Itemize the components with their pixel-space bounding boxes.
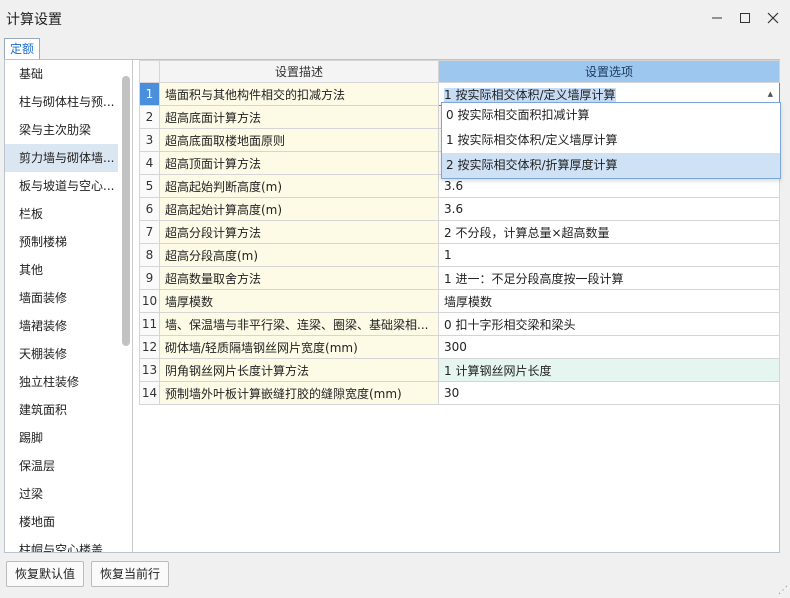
row-desc: 墙面积与其他构件相交的扣减方法: [159, 82, 439, 106]
table-row[interactable]: 14 预制墙外叶板计算嵌缝打胶的缝隙宽度(mm) 30: [139, 381, 780, 405]
table-row[interactable]: 10 墙厚模数 墙厚模数: [139, 289, 780, 313]
row-value[interactable]: 墙厚模数: [438, 289, 780, 313]
sidebar-item-column-cap[interactable]: 柱帽与空心楼盖: [5, 536, 118, 552]
table-row[interactable]: 6 超高起始计算高度(m) 3.6: [139, 197, 780, 221]
header-desc: 设置描述: [159, 60, 439, 83]
option-dropdown-list: 0 按实际相交面积扣减计算 1 按实际相交体积/定义墙厚计算 2 按实际相交体积…: [441, 102, 781, 179]
restore-default-button[interactable]: 恢复默认值: [6, 561, 85, 587]
sidebar-item-lintel[interactable]: 过梁: [5, 480, 118, 508]
dropdown-option[interactable]: 1 按实际相交体积/定义墙厚计算: [442, 128, 780, 153]
tab-quota[interactable]: 定额: [4, 38, 40, 60]
row-number: 3: [139, 128, 160, 152]
sidebar-item-ceiling[interactable]: 天棚装修: [5, 340, 118, 368]
row-number: 12: [139, 335, 160, 359]
category-sidebar: 基础 柱与砌体柱与预... 梁与主次肋梁 剪力墙与砌体墙... 板与坡道与空心.…: [5, 60, 133, 552]
sidebar-item-skirting[interactable]: 踢脚: [5, 424, 118, 452]
row-desc: 预制墙外叶板计算嵌缝打胶的缝隙宽度(mm): [159, 381, 439, 405]
header-num: [139, 60, 160, 83]
minimize-icon[interactable]: [706, 8, 728, 28]
close-icon[interactable]: [762, 8, 784, 28]
sidebar-item-shear-wall[interactable]: 剪力墙与砌体墙...: [5, 144, 118, 172]
sidebar-item-column-finish[interactable]: 独立柱装修: [5, 368, 118, 396]
restore-current-row-button[interactable]: 恢复当前行: [91, 561, 170, 587]
row-number: 8: [139, 243, 160, 267]
sidebar-item-wainscot[interactable]: 墙裙装修: [5, 312, 118, 340]
settings-panel: 基础 柱与砌体柱与预... 梁与主次肋梁 剪力墙与砌体墙... 板与坡道与空心.…: [4, 59, 781, 553]
row-number: 11: [139, 312, 160, 336]
sidebar-item-foundation[interactable]: 基础: [5, 60, 118, 88]
dropdown-option[interactable]: 0 按实际相交面积扣减计算: [442, 103, 780, 128]
row-desc: 墙厚模数: [159, 289, 439, 313]
row-value[interactable]: 300: [438, 335, 780, 359]
row-desc: 超高顶面计算方法: [159, 151, 439, 175]
row-number: 7: [139, 220, 160, 244]
sidebar-item-insulation[interactable]: 保温层: [5, 452, 118, 480]
row-number: 9: [139, 266, 160, 290]
table-row[interactable]: 12 砌体墙/轻质隔墙钢丝网片宽度(mm) 300: [139, 335, 780, 359]
row-number: 2: [139, 105, 160, 129]
table-row[interactable]: 13 阴角钢丝网片长度计算方法 1 计算钢丝网片长度: [139, 358, 780, 382]
sidebar-item-precast-stair[interactable]: 预制楼梯: [5, 228, 118, 256]
row-number: 14: [139, 381, 160, 405]
sidebar-scrollbar[interactable]: [122, 76, 130, 346]
row-desc: 墙、保温墙与非平行梁、连梁、圈梁、基础梁相...: [159, 312, 439, 336]
sidebar-item-parapet[interactable]: 栏板: [5, 200, 118, 228]
row-desc: 超高分段计算方法: [159, 220, 439, 244]
row-value[interactable]: 3.6: [438, 197, 780, 221]
title-bar: 计算设置: [0, 0, 790, 36]
row-number: 10: [139, 289, 160, 313]
row-desc: 砌体墙/轻质隔墙钢丝网片宽度(mm): [159, 335, 439, 359]
row-value: 1 按实际相交体积/定义墙厚计算: [444, 87, 616, 102]
row-value[interactable]: 1 进一：不足分段高度按一段计算: [438, 266, 780, 290]
sidebar-item-column[interactable]: 柱与砌体柱与预...: [5, 88, 118, 116]
sidebar-item-beam[interactable]: 梁与主次肋梁: [5, 116, 118, 144]
row-number: 1: [139, 82, 160, 106]
maximize-icon[interactable]: [734, 8, 756, 28]
header-option: 设置选项: [438, 60, 780, 83]
row-number: 4: [139, 151, 160, 175]
sidebar-item-other[interactable]: 其他: [5, 256, 118, 284]
sidebar-item-floor[interactable]: 楼地面: [5, 508, 118, 536]
row-desc: 超高起始判断高度(m): [159, 174, 439, 198]
table-row[interactable]: 9 超高数量取舍方法 1 进一：不足分段高度按一段计算: [139, 266, 780, 290]
row-number: 13: [139, 358, 160, 382]
table-header: 设置描述 设置选项: [139, 60, 780, 83]
sidebar-item-wall-finish[interactable]: 墙面装修: [5, 284, 118, 312]
row-number: 5: [139, 174, 160, 198]
row-desc: 超高数量取舍方法: [159, 266, 439, 290]
row-desc: 阴角钢丝网片长度计算方法: [159, 358, 439, 382]
row-desc: 超高分段高度(m): [159, 243, 439, 267]
row-value[interactable]: 1: [438, 243, 780, 267]
row-value[interactable]: 1 计算钢丝网片长度: [438, 358, 780, 382]
table-row[interactable]: 8 超高分段高度(m) 1: [139, 243, 780, 267]
resize-grip-icon[interactable]: ⋰: [778, 585, 788, 596]
row-number: 6: [139, 197, 160, 221]
window-title: 计算设置: [6, 12, 62, 28]
dropdown-option[interactable]: 2 按实际相交体积/折算厚度计算: [442, 153, 780, 178]
dropdown-caret-icon[interactable]: ▲: [768, 90, 773, 98]
sidebar-item-floor-area[interactable]: 建筑面积: [5, 396, 118, 424]
row-desc: 超高起始计算高度(m): [159, 197, 439, 221]
table-row[interactable]: 11 墙、保温墙与非平行梁、连梁、圈梁、基础梁相... 0 扣十字形相交梁和梁头: [139, 312, 780, 336]
row-value[interactable]: 2 不分段，计算总量×超高数量: [438, 220, 780, 244]
row-desc: 超高底面取楼地面原则: [159, 128, 439, 152]
table-row[interactable]: 7 超高分段计算方法 2 不分段，计算总量×超高数量: [139, 220, 780, 244]
row-value[interactable]: 30: [438, 381, 780, 405]
row-value[interactable]: 0 扣十字形相交梁和梁头: [438, 312, 780, 336]
row-desc: 超高底面计算方法: [159, 105, 439, 129]
sidebar-item-slab[interactable]: 板与坡道与空心...: [5, 172, 118, 200]
